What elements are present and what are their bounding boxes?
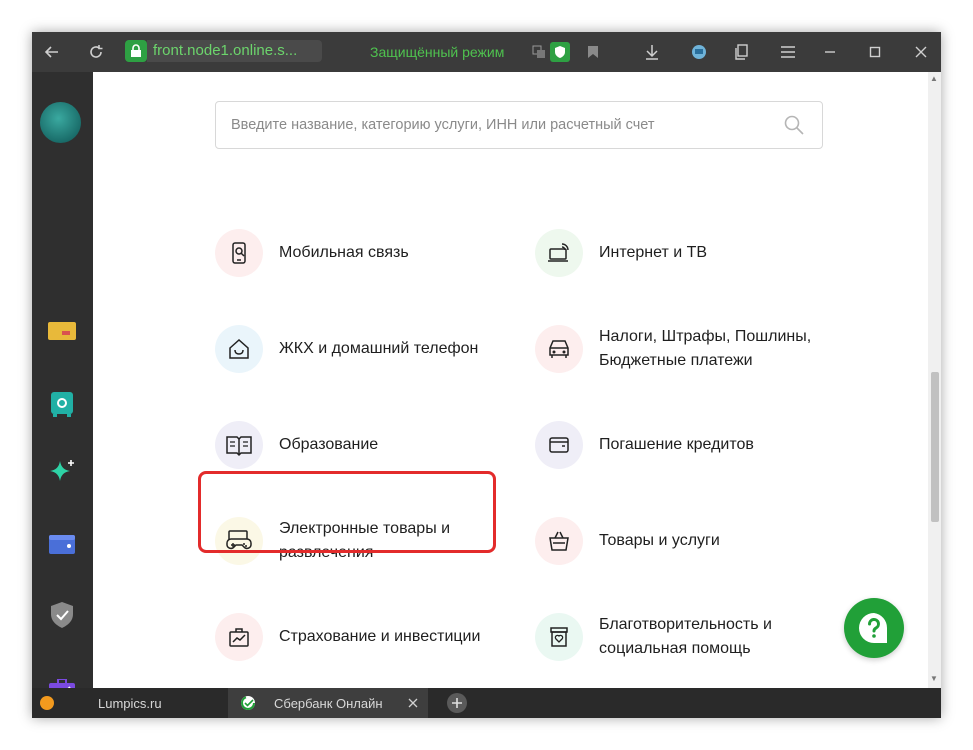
category-loans[interactable]: Погашение кредитов [535,421,754,469]
search-box[interactable] [215,101,823,149]
protection-button[interactable] [48,601,76,629]
highlight-frame [198,471,496,553]
collections-button[interactable] [727,32,759,72]
tab-lumpics[interactable]: Lumpics.ru [32,688,228,718]
hamburger-icon [781,46,795,58]
chart-briefcase-icon [215,613,263,661]
category-label: Товары и услуги [599,532,720,549]
scroll-down-arrow-icon[interactable]: ▼ [930,674,938,683]
sberbank-logo-icon [241,696,255,710]
browser-toolbar: front.node1.online.s... Защищённый режим [32,32,941,72]
lock-icon [131,44,141,57]
category-label: ЖКХ и домашний телефон [279,340,479,357]
wallet-button[interactable] [48,530,76,558]
category-goods-services[interactable]: Товары и услуги [535,517,720,565]
reload-button[interactable] [80,32,112,72]
category-label: Образование [279,436,379,453]
tab-sberbank[interactable]: Сбербанк Онлайн [228,688,428,718]
shield-check-icon [51,602,73,628]
wallet-icon [535,421,583,469]
plus-icon [447,693,467,713]
protect-button[interactable] [544,32,576,72]
category-insurance[interactable]: Страхование и инвестиции [215,613,480,661]
scrollbar[interactable]: ▲ ▼ [928,72,941,688]
safe-icon [51,392,73,417]
minimize-icon [825,51,835,53]
close-tab-icon[interactable] [408,698,418,708]
tab-label: Lumpics.ru [98,695,162,711]
browser-sidebar [32,72,93,701]
browser-window: front.node1.online.s... Защищённый режим [32,32,941,718]
alice-button[interactable] [48,459,76,487]
extension-button[interactable] [683,32,715,72]
category-taxes[interactable]: Налоги, Штрафы, Пошлины, Бюджетные плате… [535,325,849,373]
maximize-icon [869,46,881,58]
category-label: Благотворительность и социальная помощь [599,616,772,657]
search-icon[interactable] [784,115,804,135]
extension-icon [692,45,706,59]
category-label: Страхование и инвестиции [279,628,481,645]
scroll-up-arrow-icon[interactable]: ▲ [930,74,938,83]
tab-bar: Lumpics.ru Сбербанк Онлайн [32,688,941,718]
profile-avatar[interactable] [40,102,81,143]
minimize-button[interactable] [814,32,846,72]
category-education[interactable]: Образование [215,421,378,469]
category-internet-tv[interactable]: Интернет и ТВ [535,229,707,277]
download-button[interactable] [636,32,668,72]
download-icon [646,45,658,60]
new-tab-button[interactable] [446,688,470,718]
category-label: Мобильная связь [279,244,409,261]
category-mobile[interactable]: Мобильная связь [215,229,409,277]
close-icon [915,46,927,58]
category-label: Погашение кредитов [599,436,754,453]
charity-box-icon [535,613,583,661]
category-label: Интернет и ТВ [599,244,708,261]
arrow-left-icon [44,46,58,58]
question-chat-icon [859,613,888,643]
category-charity[interactable]: Благотворительность и социальная помощь [535,613,819,661]
open-book-icon [215,421,263,469]
tab-label: Сбербанк Онлайн [274,695,383,711]
orange-circle-icon [40,696,54,710]
category-label: Налоги, Штрафы, Пошлины, Бюджетные плате… [599,328,812,369]
laptop-wifi-icon [535,229,583,277]
menu-button[interactable] [772,32,804,72]
help-button[interactable] [844,598,904,658]
collections-icon [735,44,748,60]
mobile-phone-icon [215,229,263,277]
close-window-button[interactable] [905,32,937,72]
category-housing[interactable]: ЖКХ и домашний телефон [215,325,478,373]
basket-icon [535,517,583,565]
secure-mode-label[interactable]: Защищённый режим [370,32,504,72]
house-icon [215,325,263,373]
search-input[interactable] [216,102,776,148]
bookmark-icon [588,46,598,58]
card-icon [48,322,76,340]
address-bar[interactable]: front.node1.online.s... [147,40,322,62]
shield-icon [555,46,565,58]
sparkle-icon [50,460,74,481]
page-content: Мобильная связь ЖКХ и домашний телефон О… [93,72,928,688]
wallet-icon [49,535,75,554]
back-button[interactable] [36,32,68,72]
cards-button[interactable] [48,317,76,345]
safe-button[interactable] [48,390,76,418]
bookmark-button[interactable] [577,32,609,72]
reload-icon [90,45,103,58]
maximize-button[interactable] [859,32,891,72]
car-icon [535,325,583,373]
scroll-thumb[interactable] [931,372,939,522]
lock-badge[interactable] [125,40,147,62]
